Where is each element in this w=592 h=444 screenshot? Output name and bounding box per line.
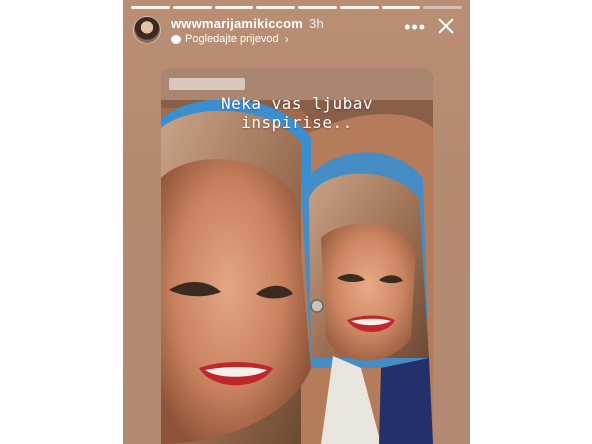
progress-segment <box>172 6 212 9</box>
username-text[interactable]: wwwmarijamikiccom <box>171 16 303 31</box>
see-translation-link[interactable]: Pogledajte prijevod › <box>171 32 289 46</box>
post-time: 3h <box>309 16 324 31</box>
progress-segment <box>131 6 170 9</box>
more-icon[interactable]: ••• <box>404 18 426 36</box>
progress-segment <box>256 6 295 9</box>
progress-segment <box>214 6 254 9</box>
progress-segment <box>339 6 379 9</box>
see-translation-label: Pogledajte prijevod <box>185 33 279 45</box>
story-viewer[interactable]: wwwmarijamikiccom 3h Pogledajte prijevod … <box>123 0 470 444</box>
story-progress-bar <box>131 6 462 9</box>
progress-segment <box>381 6 421 9</box>
blurred-watermark <box>169 78 245 90</box>
close-icon[interactable] <box>436 16 456 36</box>
story-photo: Neka vas ljubav inspirise.. <box>161 68 433 444</box>
progress-segment <box>298 6 337 9</box>
avatar[interactable] <box>133 16 161 44</box>
story-header: wwwmarijamikiccom 3h Pogledajte prijevod … <box>133 14 460 46</box>
chevron-right-icon: › <box>284 32 289 46</box>
speech-bubble-icon <box>171 34 181 44</box>
username[interactable]: wwwmarijamikiccom 3h <box>171 16 324 31</box>
story-caption: Neka vas ljubav inspirise.. <box>221 94 373 132</box>
progress-segment-current <box>423 6 462 9</box>
